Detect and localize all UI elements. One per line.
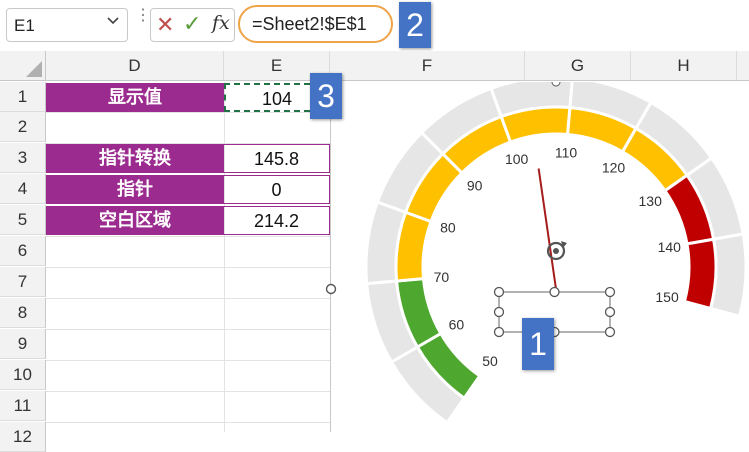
cancel-icon[interactable]: ✕ <box>156 12 174 38</box>
row-header-7[interactable]: 7 <box>0 267 46 297</box>
row-header-6[interactable]: 6 <box>0 236 46 266</box>
gauge-band-segment <box>499 105 572 144</box>
gauge-tick-label: 120 <box>602 159 626 175</box>
gauge-tick-label: 110 <box>555 144 578 160</box>
row-header-2[interactable]: 2 <box>0 112 46 142</box>
cell-d3-label[interactable]: 指针转换 <box>46 144 224 173</box>
row-header-3[interactable]: 3 <box>0 143 46 173</box>
row-header-10[interactable]: 10 <box>0 360 46 390</box>
gauge-tick-label: 70 <box>434 269 450 285</box>
gauge-tick-label: 100 <box>505 151 529 167</box>
row-header-5[interactable]: 5 <box>0 205 46 235</box>
name-box-value: E1 <box>14 16 35 35</box>
gauge-tick-label: 80 <box>440 220 456 236</box>
col-header-next[interactable] <box>737 51 749 81</box>
formula-input[interactable]: =Sheet2!$E$1 <box>252 14 367 35</box>
cell-d1-label[interactable]: 显示值 <box>46 83 224 112</box>
gauge-needle <box>537 168 557 290</box>
gridline <box>224 82 225 432</box>
formula-bar-grip-icon: ⋮ <box>135 7 151 24</box>
gridline <box>46 329 330 330</box>
row-header-12[interactable]: 12 <box>0 422 46 452</box>
cell-e5-value[interactable]: 214.2 <box>224 206 330 235</box>
cell-e3-value[interactable]: 145.8 <box>224 144 330 173</box>
gauge-tick-label: 130 <box>639 193 663 209</box>
gauge-tick-label: 90 <box>467 178 483 194</box>
col-header-g[interactable]: G <box>525 51 631 81</box>
gridline <box>46 360 330 361</box>
gauge-tick-label: 140 <box>658 239 682 255</box>
gridline <box>46 236 330 237</box>
gauge-tick-label: 150 <box>655 289 679 305</box>
cell-d4-label[interactable]: 指针 <box>46 175 224 204</box>
gridline <box>46 422 330 423</box>
corner-triangle-icon <box>26 61 42 77</box>
check-icon[interactable]: ✓ <box>183 11 201 37</box>
chart-top-handle[interactable] <box>551 82 561 87</box>
callout-1: 1 <box>522 318 554 370</box>
col-header-h[interactable]: H <box>631 51 737 81</box>
textbox-selection[interactable] <box>490 284 618 338</box>
gauge-band-segment <box>394 210 433 283</box>
row-header-8[interactable]: 8 <box>0 298 46 328</box>
row-header-11[interactable]: 11 <box>0 391 46 421</box>
cell-e4-value[interactable]: 0 <box>224 175 330 204</box>
gridline <box>46 391 330 392</box>
row-header-1[interactable]: 1 <box>0 82 46 112</box>
chevron-down-icon[interactable] <box>106 14 120 28</box>
row-header-4[interactable]: 4 <box>0 174 46 204</box>
fx-icon[interactable]: fx <box>212 12 230 34</box>
cell-d5-label[interactable]: 空白区域 <box>46 206 224 235</box>
gauge-chart[interactable]: 50 60 70 80 90 100 110 120 130 140 150 <box>331 82 749 432</box>
gauge-band-segment <box>682 237 718 311</box>
col-header-f[interactable]: F <box>330 51 525 81</box>
gauge-tick-label: 50 <box>482 353 498 369</box>
gridline <box>46 298 330 299</box>
gridline <box>46 267 330 268</box>
col-header-d[interactable]: D <box>46 51 224 81</box>
row-header-9[interactable]: 9 <box>0 329 46 359</box>
gauge-tick-label: 60 <box>449 317 465 333</box>
callout-2: 2 <box>399 2 431 48</box>
select-all-corner[interactable] <box>0 51 46 81</box>
